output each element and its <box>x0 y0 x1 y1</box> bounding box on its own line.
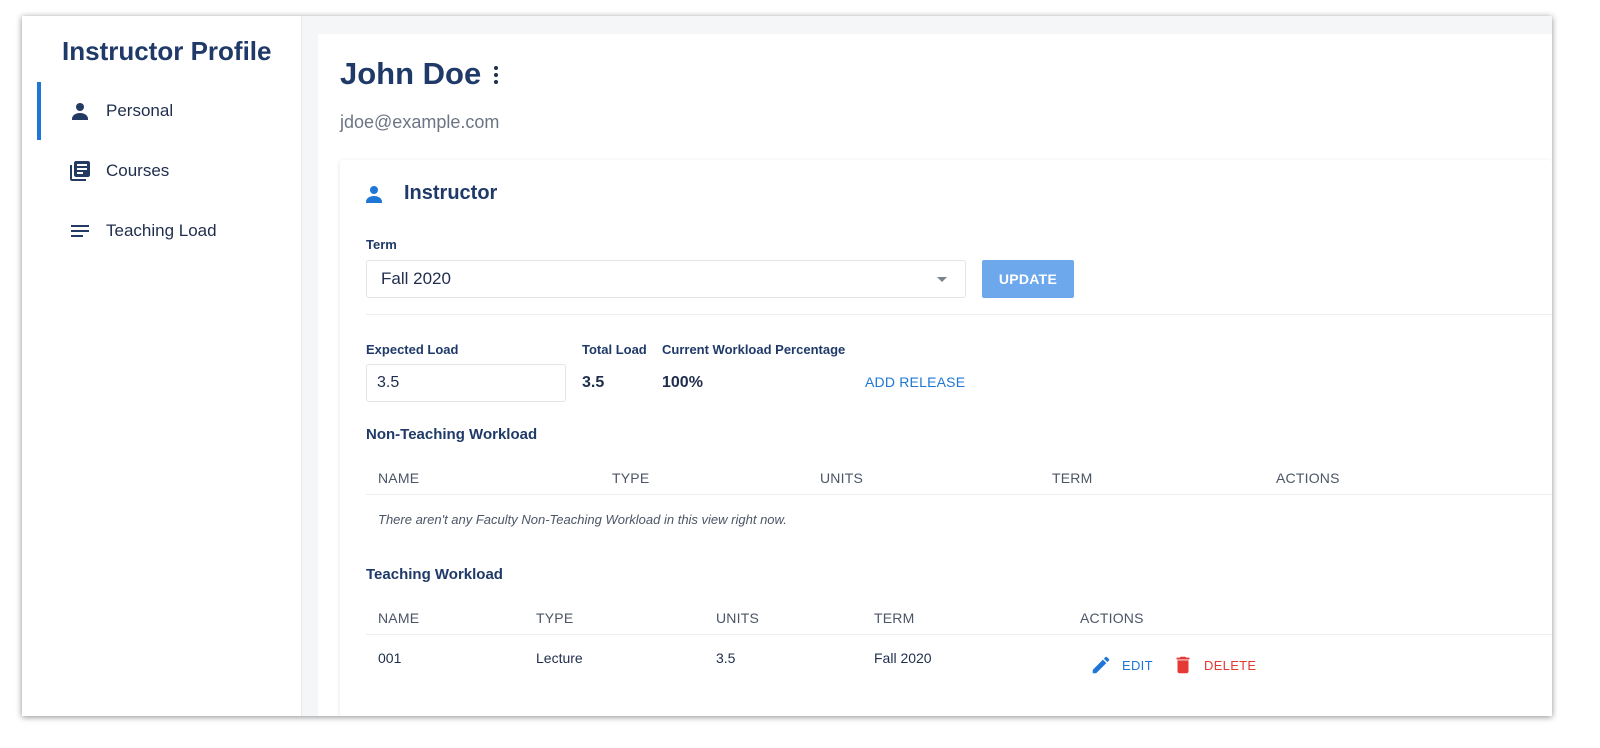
update-button[interactable]: UPDATE <box>982 260 1074 298</box>
column-header: TYPE <box>536 610 574 626</box>
sidebar-item-teaching-load[interactable]: Teaching Load <box>22 202 302 260</box>
pencil-icon <box>1090 654 1112 676</box>
total-load-value: 3.5 <box>582 374 605 391</box>
column-header: TERM <box>874 610 915 626</box>
profile-email: jdoe@example.com <box>340 112 500 132</box>
table-divider <box>366 494 1552 495</box>
sidebar-item-label: Personal <box>106 101 174 120</box>
sidebar-item-courses[interactable]: Courses <box>22 142 302 200</box>
chevron-down-icon <box>937 277 947 282</box>
more-options-icon[interactable] <box>488 64 504 86</box>
card-title: Instructor <box>404 182 498 204</box>
column-header: ACTIONS <box>1080 610 1144 626</box>
library-books-icon <box>68 159 92 183</box>
term-label: Term <box>366 237 397 252</box>
add-release-button[interactable]: ADD RELEASE <box>865 374 965 390</box>
workload-percentage-value: 100% <box>662 374 703 391</box>
list-lines-icon <box>68 219 92 243</box>
non-teaching-title: Non-Teaching Workload <box>366 426 538 443</box>
column-header: NAME <box>378 610 420 626</box>
profile-name: John Doe <box>340 56 482 91</box>
sidebar: Instructor Profile Personal Courses Teac… <box>22 16 302 716</box>
term-select-value: Fall 2020 <box>381 269 451 288</box>
main-content: John Doe jdoe@example.com Instructor Ter… <box>318 34 1552 716</box>
instructor-card: Instructor Term Fall 2020 UPDATE Expecte… <box>340 160 1552 716</box>
table-divider <box>366 634 1552 635</box>
term-select[interactable]: Fall 2020 <box>366 260 966 298</box>
teaching-title: Teaching Workload <box>366 566 503 583</box>
person-icon <box>68 99 92 123</box>
empty-state-message: There aren't any Faculty Non-Teaching Wo… <box>378 512 787 527</box>
cell-type: Lecture <box>536 650 583 666</box>
delete-label: DELETE <box>1204 657 1257 673</box>
edit-button[interactable]: EDIT <box>1090 654 1153 676</box>
expected-load-input[interactable] <box>366 364 566 402</box>
column-header: TERM <box>1052 470 1093 486</box>
cell-units: 3.5 <box>716 650 736 666</box>
person-icon <box>362 182 386 206</box>
sidebar-item-personal[interactable]: Personal <box>22 82 302 140</box>
edit-label: EDIT <box>1122 657 1153 673</box>
divider <box>366 314 1552 315</box>
column-header: UNITS <box>820 470 863 486</box>
workload-percentage-label: Current Workload Percentage <box>662 342 846 357</box>
sidebar-item-label: Teaching Load <box>106 221 217 240</box>
delete-button[interactable]: DELETE <box>1172 654 1256 676</box>
expected-load-label: Expected Load <box>366 342 459 357</box>
app-window: Instructor Profile Personal Courses Teac… <box>22 16 1552 716</box>
column-header: TYPE <box>612 470 650 486</box>
column-header: UNITS <box>716 610 759 626</box>
total-load-label: Total Load <box>582 342 647 357</box>
sidebar-item-label: Courses <box>106 161 170 180</box>
app-title: Instructor Profile <box>62 36 272 66</box>
column-header: ACTIONS <box>1276 470 1340 486</box>
cell-term: Fall 2020 <box>874 650 932 666</box>
trash-icon <box>1172 654 1194 676</box>
cell-name: 001 <box>378 650 402 666</box>
column-header: NAME <box>378 470 420 486</box>
